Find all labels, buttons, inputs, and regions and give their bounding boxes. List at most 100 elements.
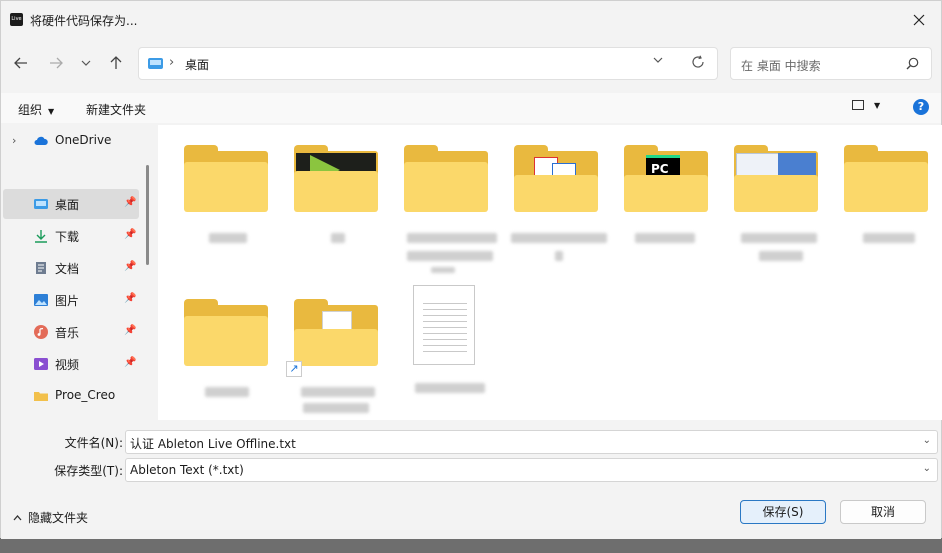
refresh-button[interactable] xyxy=(691,55,705,73)
chevron-down-icon[interactable]: ⌄ xyxy=(923,435,931,446)
list-item[interactable]: ↗ xyxy=(285,279,385,419)
new-folder-button[interactable]: 新建文件夹 xyxy=(86,101,146,118)
blurred-file-name xyxy=(863,233,915,243)
sidebar-item-pictures[interactable]: 图片 📌 xyxy=(1,285,141,315)
sidebar-scrollbar[interactable] xyxy=(146,165,149,265)
sidebar-item-desktop[interactable]: 桌面 📌 xyxy=(3,189,139,219)
sidebar-item-label: OneDrive xyxy=(55,133,112,147)
organize-label: 组织 xyxy=(18,103,43,117)
download-icon xyxy=(35,230,47,243)
sidebar-item-onedrive[interactable]: › OneDrive xyxy=(1,126,141,156)
blurred-file-name xyxy=(331,233,345,243)
blurred-file-name xyxy=(555,251,563,261)
list-item[interactable] xyxy=(175,125,275,265)
navigation-pane: › OneDrive 桌面 📌 下载 📌 文档 📌 图片 📌 音乐 📌 视频 📌… xyxy=(1,125,155,420)
address-dropdown-button[interactable] xyxy=(653,55,663,68)
view-options-caret-icon[interactable]: ▼ xyxy=(874,101,880,110)
blurred-file-name xyxy=(407,233,497,243)
recent-locations-button[interactable] xyxy=(74,51,98,75)
blurred-file-name xyxy=(431,267,455,273)
sidebar-item-label: Proe_Creo xyxy=(55,388,116,402)
organize-menu[interactable]: 组织 ▼ xyxy=(18,101,54,118)
list-item[interactable] xyxy=(175,279,275,419)
blurred-file-name xyxy=(741,233,817,243)
pin-icon: 📌 xyxy=(124,197,137,208)
folder-with-documents-icon xyxy=(514,145,598,212)
folder-with-app-icon xyxy=(294,145,378,212)
sidebar-item-videos[interactable]: 视频 📌 xyxy=(1,349,141,379)
expand-chevron-icon[interactable]: › xyxy=(12,134,16,147)
list-item[interactable] xyxy=(835,125,935,265)
hide-folders-label: 隐藏文件夹 xyxy=(28,511,89,525)
view-layout-icon[interactable] xyxy=(852,100,864,110)
save-dialog: Live 将硬件代码保存为... › 桌面 在 桌面 中搜索 组织 ▼ 新建文件… xyxy=(0,0,942,539)
blurred-file-name xyxy=(205,387,249,397)
filetype-label: 保存类型(T): xyxy=(54,464,123,478)
back-button[interactable] xyxy=(9,51,33,75)
sidebar-item-documents[interactable]: 文档 📌 xyxy=(1,253,141,283)
filetype-select[interactable]: Ableton Text (*.txt) ⌄ xyxy=(125,458,938,482)
music-icon xyxy=(34,325,48,339)
close-button[interactable] xyxy=(897,1,941,39)
folder-icon xyxy=(34,392,48,401)
picture-icon xyxy=(34,294,48,306)
folder-icon xyxy=(184,145,268,212)
pin-icon: 📌 xyxy=(124,357,137,368)
breadcrumb-location[interactable]: 桌面 xyxy=(185,56,209,73)
list-item[interactable] xyxy=(505,125,607,265)
sidebar-item-downloads[interactable]: 下载 📌 xyxy=(1,221,141,251)
help-icon[interactable]: ? xyxy=(913,99,929,115)
close-icon xyxy=(913,14,925,26)
forward-button[interactable] xyxy=(44,51,68,75)
cloud-icon xyxy=(34,136,48,145)
list-item[interactable] xyxy=(395,279,495,419)
list-item[interactable]: PC xyxy=(615,125,715,265)
cancel-button[interactable]: 取消 xyxy=(840,500,926,524)
folder-with-screenshots-icon xyxy=(734,145,818,212)
sidebar-item-label: 文档 xyxy=(55,262,80,276)
filename-label: 文件名(N): xyxy=(64,436,123,450)
filename-input[interactable]: 认证 Ableton Live Offline.txt xyxy=(130,435,296,452)
caret-down-icon: ▼ xyxy=(48,107,55,116)
chevron-down-icon[interactable]: ⌄ xyxy=(923,463,931,474)
save-options-panel: 文件名(N): 认证 Ableton Live Offline.txt ⌄ 保存… xyxy=(1,420,941,539)
blurred-file-name xyxy=(511,233,607,243)
sidebar-item-proe-creo[interactable]: Proe_Creo xyxy=(1,381,141,411)
search-box[interactable]: 在 桌面 中搜索 xyxy=(730,47,932,80)
document-icon xyxy=(36,262,46,274)
filename-field[interactable]: 认证 Ableton Live Offline.txt ⌄ xyxy=(125,430,938,454)
list-item[interactable] xyxy=(285,125,385,265)
title-bar: Live 将硬件代码保存为... xyxy=(1,1,941,39)
breadcrumb-chevron-icon[interactable]: › xyxy=(169,55,174,70)
chevron-down-icon xyxy=(81,60,91,66)
list-item[interactable] xyxy=(725,125,825,265)
folder-with-document-icon xyxy=(294,299,378,366)
video-icon xyxy=(34,358,48,370)
list-item[interactable] xyxy=(395,125,497,273)
folder-icon xyxy=(404,145,488,212)
search-input[interactable]: 在 桌面 中搜索 xyxy=(741,57,821,74)
save-button[interactable]: 保存(S) xyxy=(740,500,826,524)
blurred-file-name xyxy=(635,233,695,243)
sidebar-item-label: 桌面 xyxy=(55,198,80,212)
folder-with-pycharm-icon: PC xyxy=(624,145,708,212)
filetype-value: Ableton Text (*.txt) xyxy=(130,463,244,477)
shortcut-arrow-icon: ↗ xyxy=(286,361,302,377)
address-bar[interactable]: › 桌面 xyxy=(138,47,718,80)
desktop-icon xyxy=(148,58,163,69)
sidebar-item-label: 视频 xyxy=(55,358,80,372)
blurred-file-name xyxy=(303,403,369,413)
file-list: PC ↗ xyxy=(158,125,942,420)
hide-folders-toggle[interactable]: 隐藏文件夹 xyxy=(13,509,88,526)
pin-icon: 📌 xyxy=(124,325,137,336)
pin-icon: 📌 xyxy=(124,293,137,304)
dialog-title: 将硬件代码保存为... xyxy=(30,14,138,28)
refresh-icon xyxy=(692,55,704,68)
blurred-file-name xyxy=(407,251,493,261)
up-button[interactable] xyxy=(104,51,128,75)
text-file-icon xyxy=(413,285,475,365)
ableton-live-icon: Live xyxy=(10,13,23,26)
chevron-up-icon xyxy=(13,515,22,521)
sidebar-item-music[interactable]: 音乐 📌 xyxy=(1,317,141,347)
blurred-file-name xyxy=(759,251,803,261)
